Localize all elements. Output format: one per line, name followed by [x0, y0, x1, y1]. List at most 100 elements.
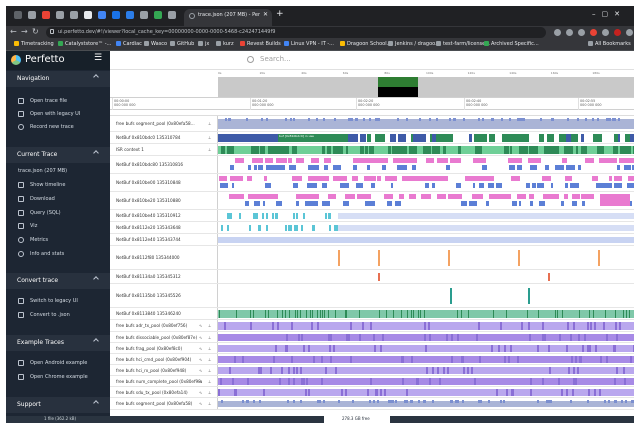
counter-spike[interactable]: [503, 345, 506, 352]
trace-slice[interactable]: [600, 194, 630, 206]
trace-slice[interactable]: [296, 158, 305, 163]
counter-spike[interactable]: [615, 367, 618, 374]
counter-spike[interactable]: [557, 378, 560, 385]
counter-spike[interactable]: [362, 118, 365, 121]
isr-slice[interactable]: [431, 146, 437, 154]
counter-spike[interactable]: [614, 400, 617, 403]
trace-slice[interactable]: [407, 310, 409, 318]
trace-slice[interactable]: [485, 201, 490, 206]
back-icon[interactable]: ←: [10, 27, 17, 36]
counter-spike[interactable]: [220, 400, 223, 403]
tab-favicon[interactable]: [168, 11, 176, 19]
counter-spike[interactable]: [352, 400, 355, 403]
counter-spike[interactable]: [374, 389, 377, 396]
trace-slice[interactable]: [370, 183, 376, 188]
chevron-up-icon[interactable]: [93, 338, 99, 344]
trace-slice[interactable]: [565, 134, 572, 142]
trace-slice[interactable]: [481, 165, 487, 170]
overview-band[interactable]: [218, 77, 634, 97]
counter-spike[interactable]: [490, 345, 493, 352]
counter-spike[interactable]: [330, 356, 333, 363]
trace-slice[interactable]: [628, 176, 634, 181]
counter-spike[interactable]: [323, 118, 326, 121]
active-tab[interactable]: trace.json (207 MB) - Perfetto ✕: [184, 9, 272, 26]
counter-spike[interactable]: [261, 118, 263, 121]
counter-spike[interactable]: [543, 334, 546, 341]
sidebar-section-navigation[interactable]: Navigation: [6, 71, 110, 87]
trace-slice[interactable]: [502, 134, 510, 142]
trace-slice[interactable]: [338, 250, 340, 266]
counter-spike[interactable]: [575, 356, 578, 363]
bookmark-item[interactable]: Catalyststore™ -...: [58, 41, 111, 47]
counter-spike[interactable]: [392, 400, 395, 403]
extension-icon[interactable]: [590, 29, 597, 36]
trace-slice[interactable]: [262, 213, 265, 219]
counter-spike[interactable]: [338, 400, 341, 403]
bookmark-item[interactable]: kurz: [216, 41, 234, 47]
isr-slice[interactable]: [284, 146, 289, 154]
chart-icon[interactable]: ∿: [199, 368, 202, 373]
trace-slice[interactable]: [472, 176, 484, 181]
window-controls[interactable]: –▢✕: [592, 10, 626, 18]
counter-spike[interactable]: [320, 378, 323, 385]
trace-slice[interactable]: [457, 194, 462, 199]
trace-slice[interactable]: [383, 194, 393, 199]
counter-spike[interactable]: [592, 118, 595, 121]
pin-icon[interactable]: ⊥: [208, 357, 211, 362]
counter-spike[interactable]: [510, 345, 513, 352]
counter-spike[interactable]: [415, 378, 418, 385]
counter-spike[interactable]: [579, 356, 582, 363]
trace-slice[interactable]: [335, 165, 342, 170]
counter-spike[interactable]: [250, 322, 253, 330]
counter-spike[interactable]: [321, 356, 324, 363]
counter-spike[interactable]: [279, 378, 282, 385]
counter-spike[interactable]: [616, 334, 619, 341]
chart-icon[interactable]: ∿: [199, 357, 202, 362]
pin-icon[interactable]: ⊥: [208, 121, 211, 126]
trace-slice[interactable]: [529, 194, 534, 199]
counter-spike[interactable]: [566, 345, 569, 352]
track-canvas[interactable]: [218, 156, 634, 173]
track-canvas[interactable]: [218, 365, 634, 375]
isr-slice[interactable]: [620, 146, 626, 154]
trace-slice[interactable]: [363, 158, 373, 163]
forward-icon[interactable]: →: [21, 27, 28, 36]
counter-spike[interactable]: [566, 389, 569, 396]
trace-slice[interactable]: [295, 213, 298, 219]
trace-slice[interactable]: [353, 165, 358, 170]
all-bookmarks-button[interactable]: All Bookmarks: [588, 41, 631, 47]
trace-slice[interactable]: [389, 134, 396, 142]
counter-spike[interactable]: [272, 356, 275, 363]
counter-spike[interactable]: [612, 345, 615, 352]
counter-spike[interactable]: [288, 367, 291, 374]
sidebar-item-android-example[interactable]: Open Android example: [6, 357, 110, 370]
trace-slice[interactable]: [382, 165, 387, 170]
counter-spike[interactable]: [450, 356, 453, 363]
trace-slice[interactable]: [631, 165, 634, 170]
counter-spike[interactable]: [454, 400, 457, 403]
counter-spike[interactable]: [300, 334, 303, 341]
trace-slice[interactable]: [307, 165, 311, 170]
counter-spike[interactable]: [540, 118, 543, 121]
counter-spike[interactable]: [549, 400, 552, 403]
chart-icon[interactable]: ∿: [199, 346, 202, 351]
trace-slice[interactable]: [248, 165, 252, 170]
track-shell[interactable]: NetBuf 0x810be40 135310912: [110, 210, 218, 221]
trace-slice[interactable]: [412, 165, 417, 170]
trace-slice[interactable]: [264, 194, 275, 199]
tab-favicon[interactable]: [84, 11, 92, 19]
trace-slice[interactable]: [393, 310, 395, 318]
counter-spike[interactable]: [578, 334, 581, 341]
track-canvas[interactable]: [218, 343, 634, 353]
isr-slice[interactable]: [551, 146, 556, 154]
counter-spike[interactable]: [402, 378, 405, 385]
trace-slice[interactable]: [248, 225, 251, 231]
counter-spike[interactable]: [504, 356, 507, 363]
isr-slice[interactable]: [368, 146, 374, 154]
counter-spike[interactable]: [450, 334, 453, 341]
trace-slice[interactable]: [288, 225, 291, 231]
trace-slice[interactable]: [358, 310, 360, 318]
counter-spike[interactable]: [500, 118, 503, 121]
trace-slice[interactable]: [411, 158, 418, 163]
track-row[interactable]: NetBuf 0x810bdc80 135310816: [110, 156, 634, 174]
